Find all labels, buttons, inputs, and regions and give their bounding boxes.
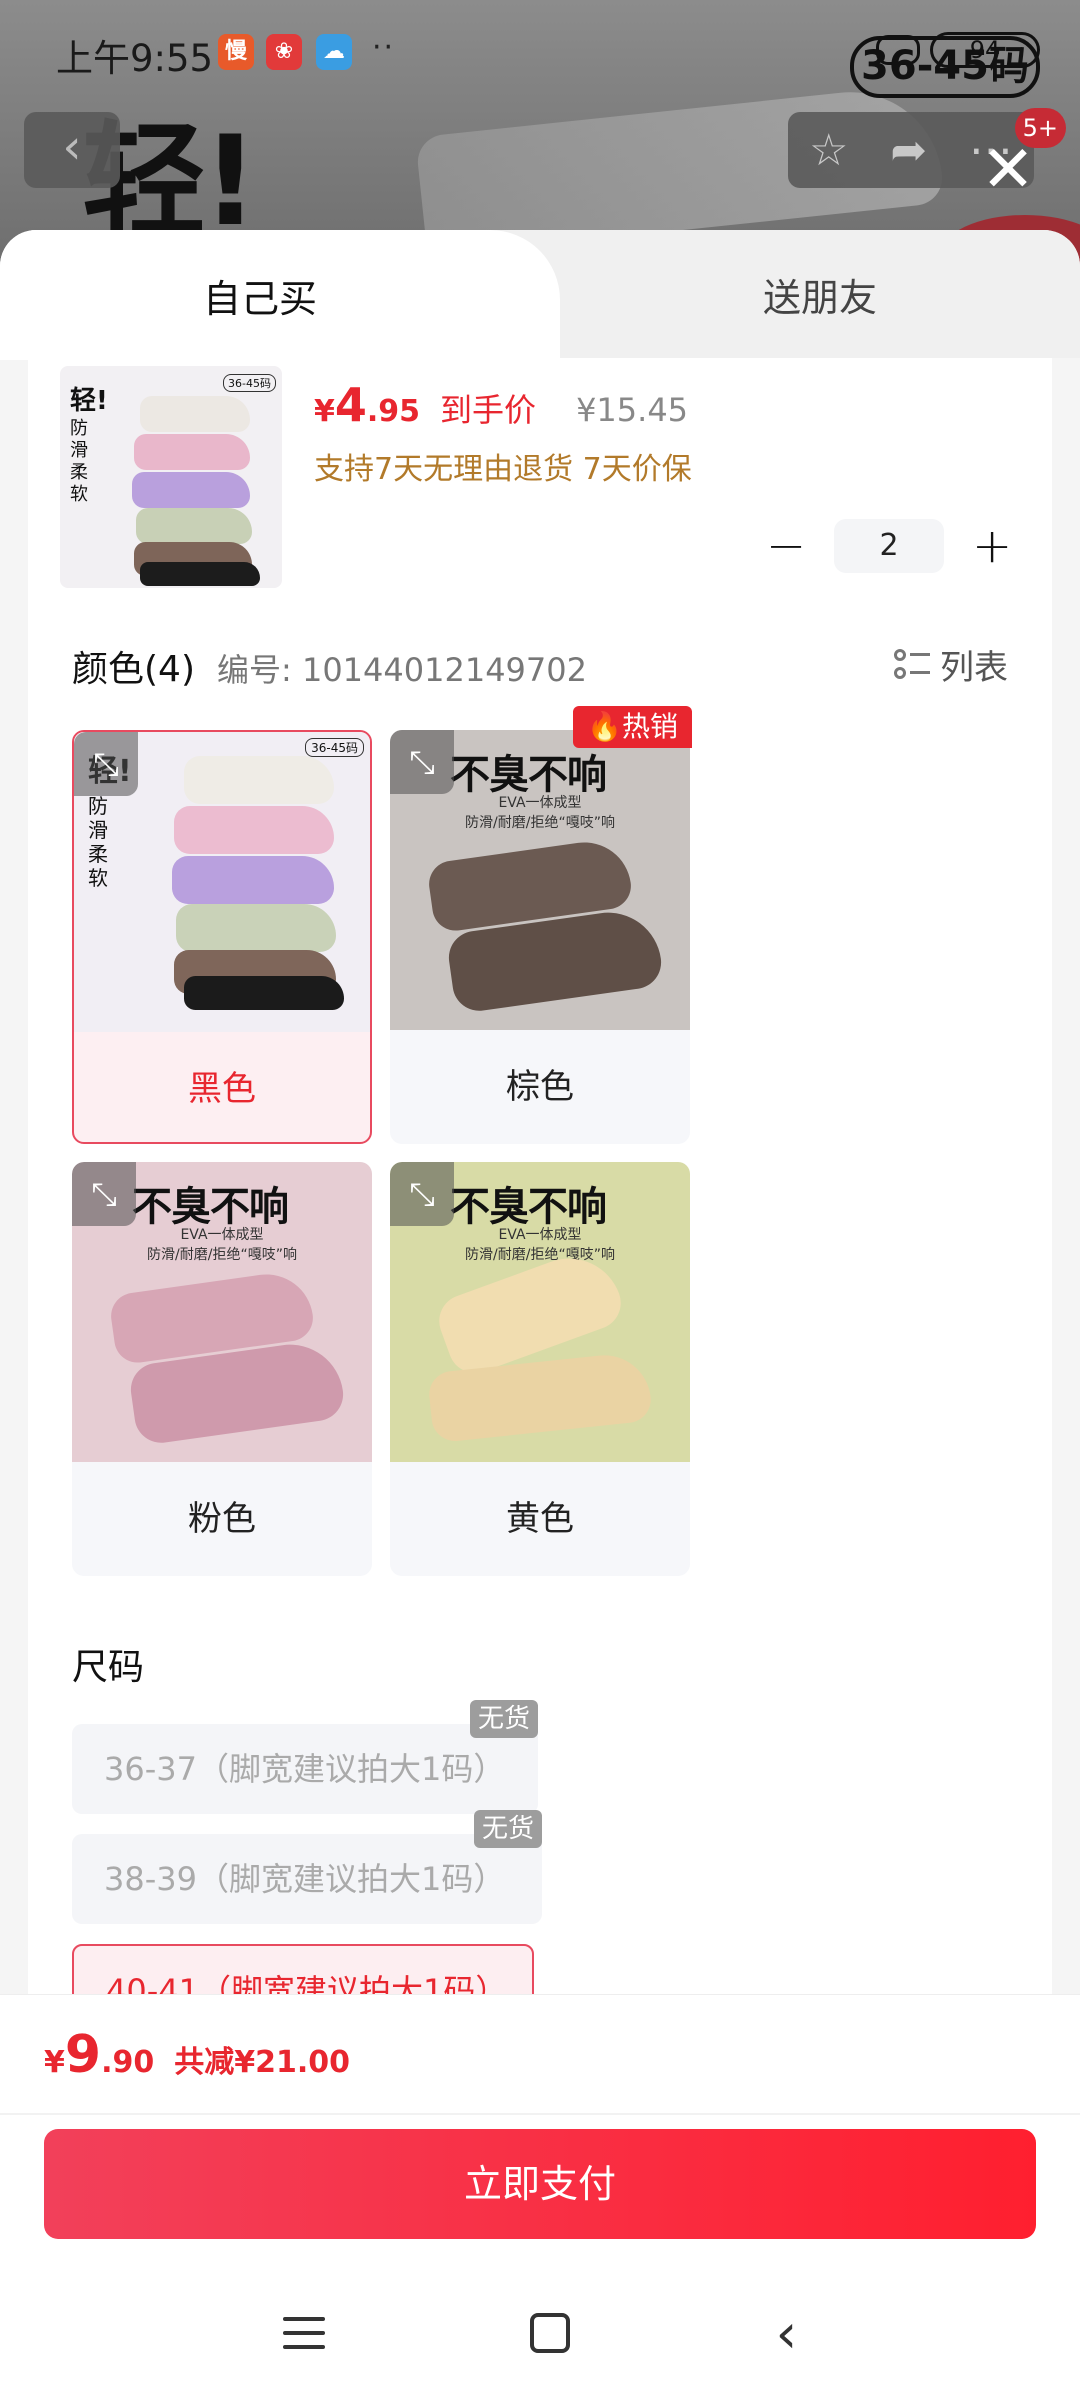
color-option-brown[interactable]: 不臭不响 EVA一体成型 防滑/耐磨/拒绝“嘎吱”响 ⤡ 🔥热销 棕色 [390, 706, 692, 1144]
image-subtitle-2: 防滑/耐磨/拒绝“嘎吱”响 [147, 1247, 297, 1263]
sold-out-badge: 无货 [473, 1810, 542, 1848]
size-label: 36-37（脚宽建议拍大1码） [104, 1750, 506, 1788]
expand-icon[interactable]: ⤡ [390, 1162, 454, 1226]
weather-icon: ☁ [316, 34, 352, 70]
thumb-title: 轻! [70, 386, 108, 416]
minus-button[interactable]: − [766, 518, 806, 574]
purchase-tabs: 送朋友 自己买 [0, 230, 1080, 360]
expand-icon[interactable]: ⤡ [72, 1162, 136, 1226]
color-label: 黄色 [506, 1499, 574, 1539]
sold-out-badge: 无货 [469, 1700, 538, 1738]
divider [0, 2113, 1080, 2115]
list-label: 列表 [940, 648, 1008, 688]
back-button[interactable]: ‹ [24, 112, 120, 188]
image-subtitle: EVA一体成型 [498, 795, 582, 811]
list-view-toggle[interactable]: 列表 [894, 640, 1008, 689]
original-price: ¥15.45 [576, 391, 689, 429]
star-icon[interactable]: ☆ [809, 125, 848, 176]
color-title: 颜色(4) [72, 649, 195, 690]
quantity-value[interactable]: 2 [834, 519, 944, 573]
plus-button[interactable]: + [972, 518, 1012, 574]
quantity-stepper: − 2 + [766, 518, 1012, 574]
image-size-tag: 36-45码 [305, 738, 364, 757]
background-size-tag: 36-45码 [850, 36, 1040, 98]
color-header: 颜色(4) 编号: 10144012149702 [72, 640, 587, 692]
menu-icon[interactable] [282, 2315, 325, 2351]
product-thumbnail[interactable]: 轻! 36-45码 防滑柔软 [60, 366, 282, 588]
image-subtitle: EVA一体成型 [180, 1227, 264, 1243]
sheet-content: 轻! 36-45码 防滑柔软 ¥4.95 到手价 ¥15.45 支持7天无理由退… [28, 358, 1052, 1998]
expand-icon[interactable]: ⤡ [74, 732, 138, 796]
size-title: 尺码 [72, 1647, 145, 1688]
service-guarantee: 支持7天无理由退货 7天价保 [314, 452, 692, 487]
image-subtitle-2: 防滑/耐磨/拒绝“嘎吱”响 [465, 815, 615, 831]
final-price-label: 到手价 [440, 391, 537, 429]
status-more-dots: ·· [372, 30, 396, 65]
screen: 轻! 上午9:55 慢 ❀ ☁ ·· 94 36-45码 ‹ ☆ ➦ ⋯ 5+ … [0, 0, 1080, 2400]
color-label: 黑色 [188, 1069, 256, 1109]
color-label: 粉色 [188, 1499, 256, 1539]
app-icon-2: ❀ [266, 34, 302, 70]
image-subtitle: EVA一体成型 [498, 1227, 582, 1243]
status-time: 上午9:55 [56, 37, 214, 80]
close-icon[interactable]: ✕ [978, 138, 1038, 202]
hot-sale-badge: 🔥热销 [573, 706, 692, 748]
tab-gift-friend[interactable]: 送朋友 [560, 230, 1080, 358]
pay-now-button[interactable]: 立即支付 [44, 2129, 1036, 2239]
home-icon[interactable] [530, 2313, 571, 2353]
image-side-text: 防滑柔软 [88, 794, 108, 890]
list-icon [894, 647, 930, 683]
expand-icon[interactable]: ⤡ [390, 730, 454, 794]
app-icon-1: 慢 [218, 34, 254, 70]
thumb-side-text: 防滑柔软 [70, 418, 88, 505]
color-option-black[interactable]: 轻! 36-45码 防滑柔软 ⤡ 黑色 [72, 730, 372, 1144]
total-price: ¥9.90 共减¥21.00 [44, 2025, 350, 2085]
size-option-36-37[interactable]: 36-37（脚宽建议拍大1码） 无货 [72, 1700, 538, 1814]
total-discount: 共减¥21.00 [174, 2045, 350, 2080]
color-label: 棕色 [506, 1067, 574, 1107]
share-icon[interactable]: ➦ [890, 125, 927, 176]
size-option-40-41[interactable]: 40-41（脚宽建议拍大1码） [72, 1944, 534, 1998]
final-price: ¥4.95 [314, 378, 421, 432]
bottom-bar: ¥9.90 共减¥21.00 立即支付 ‹ [0, 1994, 1080, 2400]
back-icon[interactable]: ‹ [776, 2302, 798, 2365]
image-subtitle-2: 防滑/耐磨/拒绝“嘎吱”响 [465, 1247, 615, 1263]
item-code: 编号: 10144012149702 [217, 651, 587, 689]
system-navigation-bar: ‹ [0, 2265, 1080, 2400]
color-options: 轻! 36-45码 防滑柔软 ⤡ 黑色 [72, 706, 692, 1576]
thumb-size-tag: 36-45码 [223, 374, 276, 392]
size-option-38-39[interactable]: 38-39（脚宽建议拍大1码） 无货 [72, 1810, 542, 1924]
color-option-pink[interactable]: 不臭不响 EVA一体成型 防滑/耐磨/拒绝“嘎吱”响 ⤡ 粉色 [72, 1162, 372, 1576]
color-option-yellow[interactable]: 不臭不响 EVA一体成型 防滑/耐磨/拒绝“嘎吱”响 ⤡ 黄色 [390, 1162, 690, 1576]
price-row: ¥4.95 到手价 ¥15.45 [314, 378, 688, 432]
tab-buy-self[interactable]: 自己买 [0, 230, 560, 360]
size-label: 38-39（脚宽建议拍大1码） [104, 1860, 506, 1898]
